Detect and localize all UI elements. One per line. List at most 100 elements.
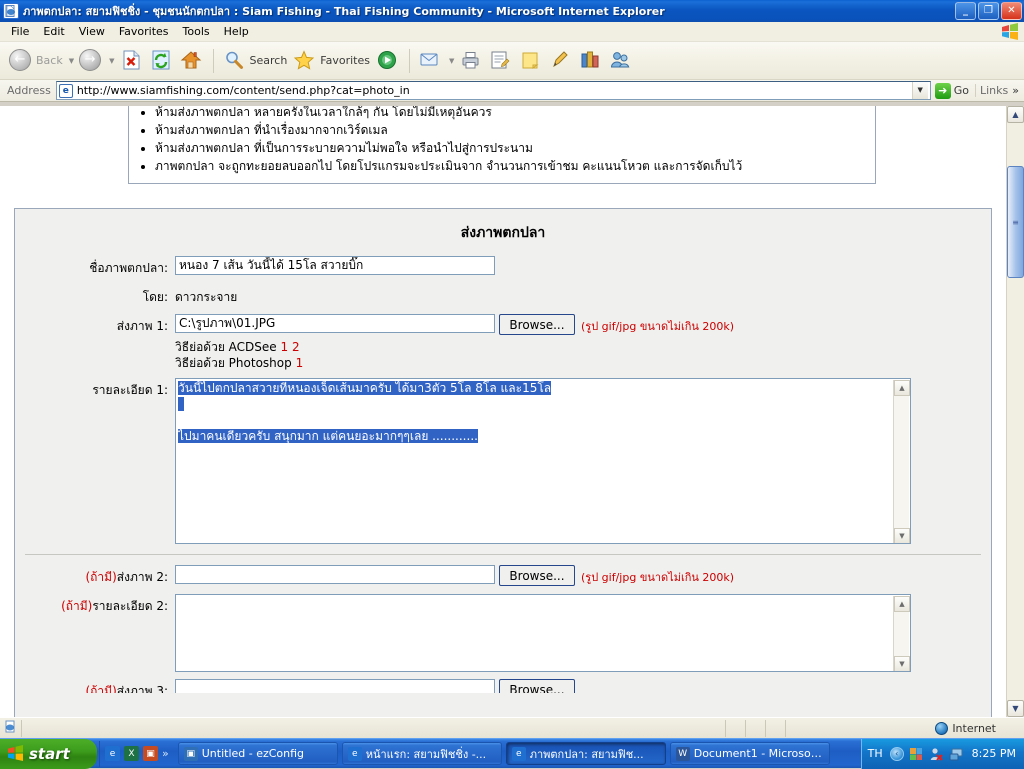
image1-browse-button[interactable]: Browse... <box>499 314 575 335</box>
notice-item: ภาพตกปลา จะถูกทะยอยลบออกไป โดยโปรแกรมจะป… <box>155 157 875 175</box>
tip-acdsee-label: วิธีย่อด้วย ACDSee <box>175 340 277 354</box>
taskbar-clock[interactable]: 8:25 PM <box>972 747 1016 760</box>
favorites-button-label: Favorites <box>320 54 370 67</box>
image1-file-input[interactable] <box>175 314 495 333</box>
refresh-button[interactable] <box>147 44 177 78</box>
page-scroll-thumb[interactable]: ≡ <box>1007 166 1024 278</box>
image1-label: ส่งภาพ 1: <box>116 319 168 333</box>
image2-browse-button[interactable]: Browse... <box>499 565 575 586</box>
back-button[interactable]: ← Back <box>6 44 66 78</box>
taskbar-item-siamfishing-photo[interactable]: e ภาพตกปลา: สยามฟิช... <box>505 742 666 765</box>
menu-item-help[interactable]: Help <box>217 23 256 40</box>
search-button-label: Search <box>249 54 288 67</box>
menu-item-tools[interactable]: Tools <box>176 23 217 40</box>
url-input[interactable]: e http://www.siamfishing.com/content/sen… <box>55 81 931 100</box>
forward-button[interactable]: → <box>76 44 106 78</box>
notepad-button[interactable] <box>516 44 546 78</box>
stop-button[interactable] <box>117 44 147 78</box>
maximize-button[interactable]: ❐ <box>978 2 999 20</box>
messenger-icon <box>609 49 633 73</box>
menu-item-file[interactable]: File <box>4 23 36 40</box>
close-button[interactable]: ✕ <box>1001 2 1022 20</box>
print-button[interactable] <box>456 44 486 78</box>
detail2-scrollbar[interactable]: ▲ ▼ <box>893 596 910 671</box>
go-label: Go <box>953 84 969 97</box>
links-button[interactable]: Links <box>975 84 1012 97</box>
detail1-label: รายละเอียด 1: <box>92 383 168 397</box>
taskbar-item-label: Untitled - ezConfig <box>201 747 305 760</box>
mail-button[interactable] <box>416 44 446 78</box>
scroll-down-icon-2[interactable]: ▼ <box>894 656 910 671</box>
form-row-detail1: รายละเอียด 1: วันนี้ไปตกปลาสวายที่หนองเจ… <box>25 378 981 544</box>
minimize-button[interactable]: _ <box>955 2 976 20</box>
scroll-up-icon-2[interactable]: ▲ <box>894 596 910 612</box>
start-label: start <box>29 744 70 763</box>
image3-browse-button[interactable]: Browse... <box>499 679 575 693</box>
menu-bar: File Edit View Favorites Tools Help <box>0 22 1024 42</box>
media-button[interactable] <box>373 44 403 78</box>
detail2-textarea[interactable]: ▲ ▼ <box>175 594 911 672</box>
network-icon[interactable] <box>949 746 964 761</box>
user-warning-icon[interactable] <box>929 746 944 761</box>
go-button[interactable]: ➜ Go <box>931 82 975 99</box>
menu-item-view[interactable]: View <box>72 23 112 40</box>
globe-icon <box>935 721 949 735</box>
taskbar-item-siamfishing-home[interactable]: e หน้าแรก: สยามฟิชชิ่ง -... <box>341 742 502 765</box>
url-text[interactable]: http://www.siamfishing.com/content/send.… <box>77 84 912 97</box>
back-dropdown-icon[interactable]: ▼ <box>69 57 74 65</box>
page-content: ห้ามส่งภาพตกปลา ที่ไม่ใช่ภาพของตนเอง ที่… <box>0 106 1006 717</box>
tip-photoshop-link-1[interactable]: 1 <box>296 356 304 370</box>
media-icon <box>376 49 400 73</box>
home-button[interactable] <box>177 44 207 78</box>
taskbar-item-ezconfig[interactable]: ▣ Untitled - ezConfig <box>177 742 338 765</box>
menu-item-favorites[interactable]: Favorites <box>112 23 176 40</box>
taskbar-item-label: Document1 - Microsof... <box>693 747 824 760</box>
quicklaunch-excel-icon[interactable]: X <box>124 746 139 761</box>
edit-page-button[interactable] <box>486 44 516 78</box>
tip-acdsee-link-2[interactable]: 2 <box>292 340 300 354</box>
detail1-line-text: วันนี้ไปตกปลาสวายที่หนองเจ็ดเส้นมาครับ ไ… <box>178 381 552 395</box>
detail1-textarea[interactable]: วันนี้ไปตกปลาสวายที่หนองเจ็ดเส้นมาครับ ไ… <box>175 378 911 544</box>
window-title-bar[interactable]: ภาพตกปลา: สยามฟิชชิ่ง - ชุมชนนักตกปลา : … <box>0 0 1024 22</box>
chevron-down-icon[interactable]: ▼ <box>911 82 928 99</box>
security-zone: Internet <box>935 721 1024 735</box>
toolbar-overflow-chevron-icon[interactable]: » <box>1012 84 1022 97</box>
start-button[interactable]: start <box>0 738 97 769</box>
back-button-label: Back <box>36 54 63 67</box>
page-scroll-down-button[interactable]: ▼ <box>1007 700 1024 717</box>
windows-logo-icon <box>1000 23 1020 40</box>
quick-launch-bar: e X ▣ » <box>99 740 174 767</box>
messenger-button[interactable] <box>606 44 636 78</box>
quicklaunch-ie-icon[interactable]: e <box>105 746 120 761</box>
research-icon <box>579 49 603 73</box>
taskbar-item-word[interactable]: W Document1 - Microsof... <box>669 742 830 765</box>
pencil-button[interactable] <box>546 44 576 78</box>
mail-dropdown-icon[interactable]: ▼ <box>449 57 454 65</box>
language-indicator[interactable]: TH <box>868 747 883 760</box>
page-scroll-up-button[interactable]: ▲ <box>1007 106 1024 123</box>
security-icon[interactable] <box>909 746 924 761</box>
notepad-icon <box>519 49 543 73</box>
window-controls[interactable]: _ ❐ ✕ <box>955 2 1022 20</box>
image2-file-input[interactable] <box>175 565 495 584</box>
research-button[interactable] <box>576 44 606 78</box>
page-scrollbar[interactable]: ▲ ≡ ▼ <box>1006 106 1024 717</box>
scroll-down-icon[interactable]: ▼ <box>894 528 910 543</box>
search-button[interactable]: Search <box>220 44 291 78</box>
forward-dropdown-icon[interactable]: ▼ <box>109 57 114 65</box>
submit-photo-form: ส่งภาพตกปลา ชื่อภาพตกปลา: โดย: ดาวกระจาย… <box>14 208 992 717</box>
quicklaunch-overflow-chevron-icon[interactable]: » <box>162 747 169 760</box>
tip-acdsee-link-1[interactable]: 1 <box>281 340 289 354</box>
favorites-button[interactable]: Favorites <box>290 44 373 78</box>
scroll-up-icon[interactable]: ▲ <box>894 380 910 396</box>
quicklaunch-app-icon[interactable]: ▣ <box>143 746 158 761</box>
home-icon <box>180 49 204 73</box>
detail1-line: วันนี้ไปตกปลาสวายที่หนองเจ็ดเส้นมาครับ ไ… <box>178 380 908 396</box>
image3-file-input[interactable] <box>175 679 495 693</box>
photo-name-input[interactable] <box>175 256 495 275</box>
menu-item-edit[interactable]: Edit <box>36 23 71 40</box>
toolbar-separator <box>212 48 214 73</box>
detail1-scrollbar[interactable]: ▲ ▼ <box>893 380 910 543</box>
search-icon <box>223 49 247 73</box>
chevron-left-icon[interactable]: ‹ <box>889 746 904 761</box>
